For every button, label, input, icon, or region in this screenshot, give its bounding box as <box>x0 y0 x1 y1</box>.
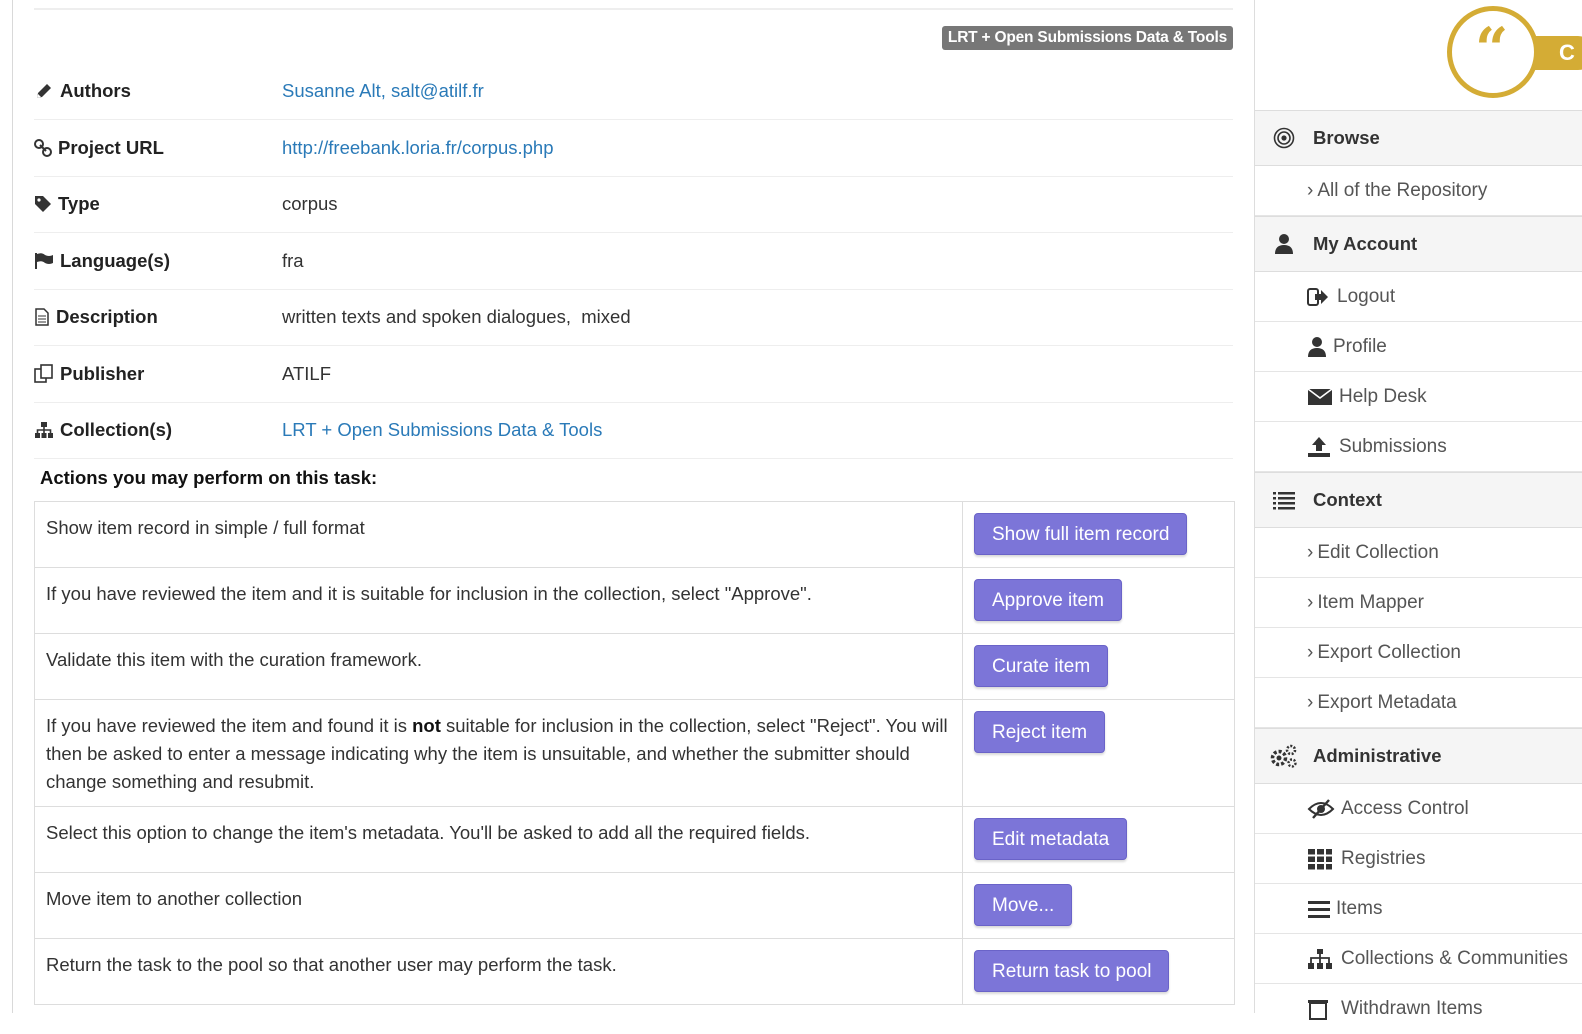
sidebar-item-item-mapper[interactable]: › Item Mapper <box>1255 578 1582 628</box>
sidebar-item-help-desk[interactable]: Help Desk <box>1255 372 1582 422</box>
list-icon <box>1255 490 1313 510</box>
authors-link[interactable]: Susanne Alt, salt@atilf.fr <box>282 63 484 119</box>
reject-item-button[interactable]: Reject item <box>974 711 1106 753</box>
metadata-row-publisher: Publisher ATILF <box>34 346 1233 403</box>
user-icon <box>1255 233 1313 255</box>
action-row-approve: If you have reviewed the item and it is … <box>35 568 1234 634</box>
copy-icon <box>34 364 54 384</box>
sidebar-item-submissions[interactable]: Submissions <box>1255 422 1582 472</box>
type-label: Type <box>34 176 100 232</box>
upload-icon <box>1307 436 1339 458</box>
sitemap-icon <box>1307 948 1341 970</box>
sidebar-item-all-of-repository[interactable]: › All of the Repository <box>1255 166 1582 216</box>
sidebar-heading-my-account: My Account <box>1255 216 1582 272</box>
sidebar-item-profile[interactable]: Profile <box>1255 322 1582 372</box>
language-label: Language(s) <box>34 233 170 289</box>
item-detail-panel: LRT + Open Submissions Data & Tools Auth… <box>34 0 1235 1013</box>
user-icon <box>1307 336 1333 358</box>
pencil-icon <box>34 81 54 101</box>
project-url-link[interactable]: http://freebank.loria.fr/corpus.php <box>282 120 553 176</box>
logo-tab-text: C <box>1559 40 1575 65</box>
approve-item-button[interactable]: Approve item <box>974 579 1122 621</box>
metadata-row-authors: Authors Susanne Alt, salt@atilf.fr <box>34 63 1233 120</box>
chevron-right-icon: › <box>1307 591 1314 613</box>
action-description: If you have reviewed the item and found … <box>35 700 963 806</box>
action-description: Select this option to change the item's … <box>35 807 963 872</box>
actions-heading: Actions you may perform on this task: <box>40 467 378 488</box>
document-icon <box>34 308 50 326</box>
flag-icon <box>34 252 54 270</box>
eye-slash-icon <box>1307 798 1341 819</box>
sidebar-item-access-control[interactable]: Access Control <box>1255 784 1582 834</box>
show-full-item-record-button[interactable]: Show full item record <box>974 513 1188 555</box>
edit-metadata-button[interactable]: Edit metadata <box>974 818 1128 860</box>
bars-icon <box>1307 899 1336 919</box>
sidebar-item-items[interactable]: Items <box>1255 884 1582 934</box>
metadata-row-project-url: Project URL http://freebank.loria.fr/cor… <box>34 120 1233 177</box>
collections-link[interactable]: LRT + Open Submissions Data & Tools <box>282 402 602 458</box>
metadata-row-collections: Collection(s) LRT + Open Submissions Dat… <box>34 402 1233 459</box>
type-value: corpus <box>282 193 338 214</box>
move-button[interactable]: Move... <box>974 884 1073 926</box>
action-description: If you have reviewed the item and it is … <box>35 568 963 633</box>
authors-label: Authors <box>34 63 131 119</box>
sidebar: “ C Browse › All of the Repository My Acc… <box>1254 0 1582 1020</box>
target-icon <box>1255 127 1313 149</box>
curate-item-button[interactable]: Curate item <box>974 645 1109 687</box>
sidebar-item-edit-collection[interactable]: › Edit Collection <box>1255 528 1582 578</box>
sidebar-item-collections-communities[interactable]: Collections & Communities <box>1255 934 1582 984</box>
action-row-show-record: Show item record in simple / full format… <box>35 502 1234 568</box>
publisher-label: Publisher <box>34 346 144 402</box>
sidebar-item-export-metadata[interactable]: › Export Metadata <box>1255 678 1582 728</box>
link-icon <box>34 139 52 157</box>
gears-icon <box>1255 744 1313 768</box>
action-row-move: Move item to another collection Move... <box>35 873 1234 939</box>
chevron-right-icon: › <box>1307 179 1314 201</box>
page-left-border <box>12 0 13 1013</box>
sidebar-item-withdrawn-items[interactable]: Withdrawn Items <box>1255 984 1582 1034</box>
sidebar-heading-browse: Browse <box>1255 110 1582 166</box>
project-url-label: Project URL <box>34 120 164 176</box>
sitemap-icon <box>34 421 54 439</box>
collection-badge[interactable]: LRT + Open Submissions Data & Tools <box>941 26 1233 50</box>
quote-logo-icon: “ <box>1475 15 1509 83</box>
metadata-row-type: Type corpus <box>34 176 1233 233</box>
chevron-right-icon: › <box>1307 691 1314 713</box>
sidebar-item-registries[interactable]: Registries <box>1255 834 1582 884</box>
description-value: written texts and spoken dialogues, mixe… <box>282 306 631 327</box>
sidebar-item-logout[interactable]: Logout <box>1255 272 1582 322</box>
chevron-right-icon: › <box>1307 641 1314 663</box>
action-description: Move item to another collection <box>35 873 963 938</box>
tag-icon <box>34 195 52 213</box>
metadata-row-description: Description written texts and spoken dia… <box>34 289 1233 346</box>
grid-icon <box>1307 848 1341 870</box>
action-row-reject: If you have reviewed the item and found … <box>35 700 1234 807</box>
collections-label: Collection(s) <box>34 402 172 458</box>
action-description: Show item record in simple / full format <box>35 502 963 567</box>
trash-icon <box>1307 998 1341 1020</box>
chevron-right-icon: › <box>1307 541 1314 563</box>
action-row-return-to-pool: Return the task to the pool so that anot… <box>35 939 1234 1005</box>
action-description: Return the task to the pool so that anot… <box>35 939 963 1004</box>
sidebar-heading-context: Context <box>1255 472 1582 528</box>
action-row-edit-metadata: Select this option to change the item's … <box>35 807 1234 873</box>
actions-table: Show item record in simple / full format… <box>34 501 1235 1005</box>
sidebar-item-export-collection[interactable]: › Export Collection <box>1255 628 1582 678</box>
metadata-row-language: Language(s) fra <box>34 233 1233 290</box>
sidebar-heading-administrative: Administrative <box>1255 728 1582 784</box>
return-task-to-pool-button[interactable]: Return task to pool <box>974 950 1170 992</box>
publisher-value: ATILF <box>282 363 331 384</box>
language-value: fra <box>282 250 304 271</box>
action-row-curate: Validate this item with the curation fra… <box>35 634 1234 700</box>
description-label: Description <box>34 289 158 345</box>
logout-icon <box>1307 287 1337 307</box>
action-description: Validate this item with the curation fra… <box>35 634 963 699</box>
envelope-icon <box>1307 387 1339 407</box>
